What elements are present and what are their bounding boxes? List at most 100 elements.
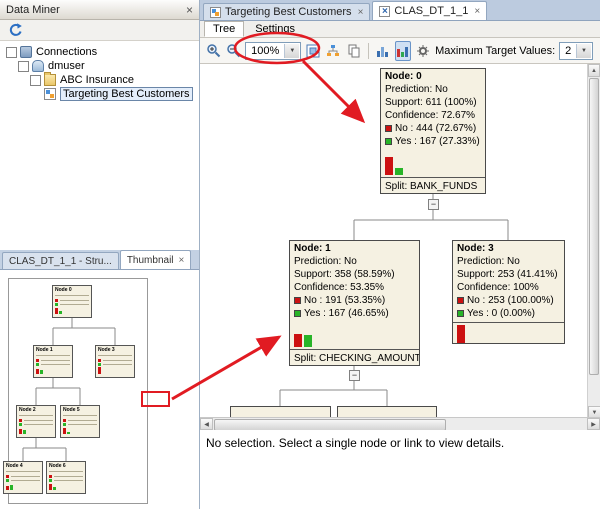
refresh-button[interactable] — [5, 20, 25, 40]
layout-button[interactable] — [325, 41, 341, 61]
no-color-swatch — [6, 474, 9, 478]
node-support: Support: 358 (58.59%) — [294, 269, 395, 280]
zoom-level-select[interactable]: 100% — [245, 41, 302, 60]
tree-layout-icon — [327, 44, 340, 56]
collapse-node-button[interactable] — [428, 199, 439, 210]
zoom-out-button[interactable] — [225, 41, 241, 61]
tab-clas-dt-1-1[interactable]: CLAS_DT_1_1 — [372, 1, 488, 20]
node-prediction: Prediction: No — [385, 84, 448, 95]
thumbnail-node-6[interactable]: Node 6 — [46, 461, 86, 494]
tree-item-connections[interactable]: Connections — [0, 45, 199, 59]
data-miner-toolbar — [0, 20, 199, 41]
mini-histogram — [36, 367, 70, 374]
thumbnail-node-label: Node 3 — [98, 347, 115, 353]
histogram-yes-bar — [304, 335, 312, 347]
text-line — [103, 363, 132, 365]
collapse-handle-icon[interactable] — [30, 74, 41, 86]
chevron-down-icon[interactable] — [576, 43, 591, 58]
no-color-swatch — [98, 358, 101, 362]
tree-item-abc-insurance[interactable]: ABC Insurance — [0, 72, 199, 87]
tab-structure[interactable]: CLAS_DT_1_1 - Stru... — [2, 252, 119, 269]
tab-targeting-best-customers[interactable]: Targeting Best Customers — [203, 3, 371, 20]
thumbnail-node-4[interactable]: Node 4 — [3, 461, 43, 494]
histogram-no-bar — [385, 157, 393, 175]
node-title: Node: 3 — [457, 243, 494, 254]
tab-thumbnail[interactable]: Thumbnail — [119, 250, 192, 269]
max-target-values-label: Maximum Target Values: — [435, 44, 556, 57]
thumbnail-canvas[interactable]: Node 0 Node 1 Node 3 Node 2 Node 5 Node … — [0, 270, 199, 509]
yes-color-swatch — [55, 302, 58, 306]
text-line — [60, 299, 89, 301]
scroll-up-button[interactable] — [588, 64, 600, 77]
collapse-handle-icon[interactable] — [18, 60, 29, 72]
node-histogram — [453, 324, 564, 343]
tree-viewer-toolbar: 100% ▼ Maximum Target Values: 2 ▼ — [200, 38, 600, 64]
tree-node-3[interactable]: Node: 3 Prediction: No Support: 253 (41.… — [452, 240, 565, 344]
close-icon[interactable] — [186, 4, 193, 16]
histogram-yes-bar — [59, 311, 62, 314]
close-icon[interactable] — [179, 255, 185, 266]
node-no-label: No : 191 (53.35%) — [304, 295, 386, 306]
tree-node-1[interactable]: Node: 1 Prediction: No Support: 358 (58.… — [289, 240, 420, 366]
thumbnail-panel: CLAS_DT_1_1 - Stru... Thumbnail Node 0 — [0, 250, 199, 509]
subtab-tree[interactable]: Tree — [204, 21, 245, 37]
subtab-settings[interactable]: Settings — [246, 21, 304, 37]
text-line — [24, 419, 53, 421]
close-icon[interactable] — [474, 6, 480, 17]
node-yes-label: Yes : 0 (0.00%) — [467, 308, 536, 319]
tree-item-dmuser[interactable]: dmuser — [0, 59, 199, 73]
editor-column: Targeting Best Customers CLAS_DT_1_1 Tre… — [200, 0, 600, 509]
data-miner-app: Data Miner Connections — [0, 0, 600, 509]
collapse-node-button[interactable] — [349, 370, 360, 381]
close-icon[interactable] — [358, 7, 364, 18]
no-color-swatch — [49, 474, 52, 478]
histogram-view-button[interactable] — [375, 41, 391, 61]
chevron-down-icon[interactable] — [284, 43, 300, 58]
collapse-handle-icon[interactable] — [6, 46, 17, 58]
node-split: Split: BANK_FUNDS — [381, 177, 485, 193]
tree-node-0[interactable]: Node: 0 Prediction: No Support: 611 (100… — [380, 68, 486, 194]
vertical-scroll-thumb[interactable] — [589, 78, 599, 375]
status-message: No selection. Select a single node or li… — [206, 436, 505, 450]
mini-legend-yes — [19, 422, 53, 426]
copy-button[interactable] — [346, 41, 362, 61]
text-line — [41, 363, 70, 365]
thumbnail-node-1[interactable]: Node 1 — [33, 345, 73, 378]
thumbnail-node-label: Node 5 — [63, 407, 80, 413]
vertical-scrollbar[interactable] — [587, 64, 600, 419]
horizontal-scrollbar[interactable] — [200, 417, 600, 431]
histogram-yes-bar — [395, 168, 403, 175]
decision-tree-canvas[interactable]: Node: 0 Prediction: No Support: 611 (100… — [200, 64, 600, 419]
model-viewer-icon — [379, 5, 391, 17]
text-line — [41, 359, 70, 361]
text-line — [54, 475, 83, 477]
editor-tab-bar: Targeting Best Customers CLAS_DT_1_1 — [200, 0, 600, 21]
thumbnail-node-5[interactable]: Node 5 — [60, 405, 100, 438]
mini-histogram — [63, 427, 97, 434]
text-line — [63, 415, 97, 416]
tree-item-label: Connections — [36, 46, 98, 58]
node-no-label: No : 444 (72.67%) — [395, 123, 477, 134]
thumbnail-node-2[interactable]: Node 2 — [16, 405, 56, 438]
viewer-subtab-bar: Tree Settings — [200, 21, 600, 38]
percentage-view-button[interactable] — [394, 40, 412, 61]
zoom-in-button[interactable] — [205, 41, 221, 61]
thumbnail-node-0[interactable]: Node 0 — [52, 285, 92, 318]
max-target-values-select[interactable]: 2 — [559, 41, 593, 60]
yes-color-swatch — [457, 310, 464, 317]
tree-item-targeting-best-customers[interactable]: Targeting Best Customers — [0, 87, 199, 101]
fit-to-window-button[interactable] — [305, 41, 321, 61]
scroll-right-button[interactable] — [587, 418, 600, 430]
settings-button[interactable] — [415, 41, 431, 61]
text-line — [54, 479, 83, 481]
scroll-left-button[interactable] — [200, 418, 213, 430]
histogram-no-bar — [55, 308, 58, 314]
histogram-yes-bar — [23, 430, 26, 434]
node-no-row: No : 253 (100.00%) — [453, 294, 564, 307]
text-line — [11, 479, 40, 481]
text-line — [55, 295, 89, 296]
node-split: Split: CHECKING_AMOUNT — [290, 349, 419, 365]
node-yes-label: Yes : 167 (27.33%) — [395, 136, 480, 147]
thumbnail-node-3[interactable]: Node 3 — [95, 345, 135, 378]
percentage-histogram-icon — [396, 46, 408, 57]
